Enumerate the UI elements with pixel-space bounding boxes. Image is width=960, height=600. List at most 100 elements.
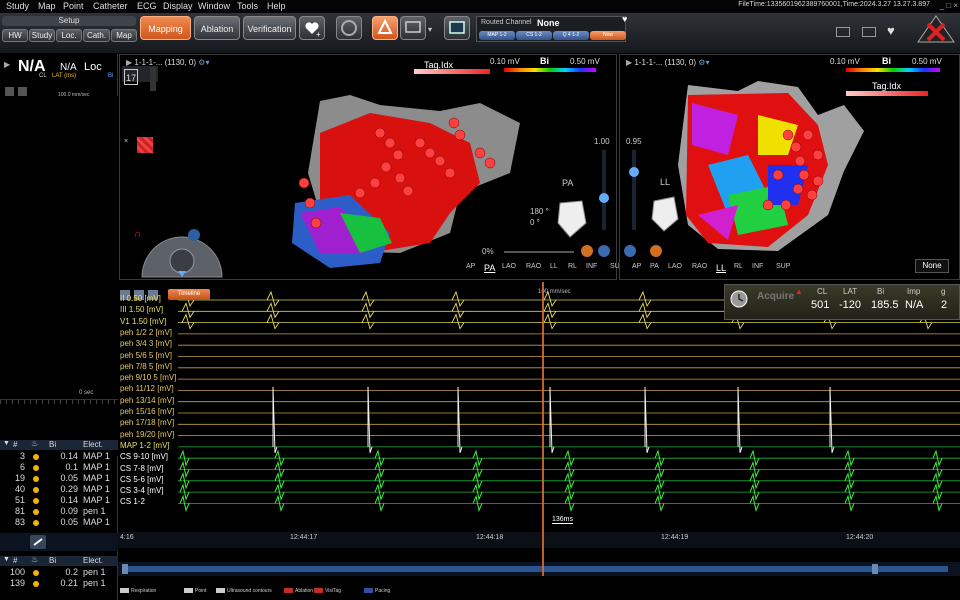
point-row[interactable]: 6 0.1 MAP 1 [0, 462, 118, 473]
view-rao-button[interactable]: RAO [692, 263, 707, 270]
close-button[interactable]: × [953, 1, 958, 10]
view-ll-button[interactable]: LL [550, 263, 558, 270]
mapping-button[interactable]: Mapping [140, 16, 191, 40]
point2-row[interactable]: 100 0.2 pen 1 [0, 567, 118, 578]
catheter-tool-icon[interactable] [30, 535, 46, 549]
time-cursor[interactable] [542, 282, 544, 576]
points-header-elect[interactable]: Elect. [83, 440, 103, 449]
channel-label[interactable]: CS 1-2 [120, 497, 145, 506]
map2-triangle-icon[interactable]: ▶ [626, 58, 632, 67]
points2-header-bi[interactable]: Bi [49, 556, 56, 565]
menu-window[interactable]: Window [198, 1, 230, 11]
points2-header-elect[interactable]: Elect. [83, 556, 103, 565]
map2-settings-icon[interactable]: ⚙▾ [698, 58, 709, 67]
map1-settings-icon[interactable]: ⚙▾ [198, 58, 209, 67]
map-panel-ll[interactable]: ▶ 1-1-1-... (1130, 0) ⚙▾ 0.10 mV Bi 0.50… [619, 54, 960, 280]
view-ll-button[interactable]: LL [716, 263, 726, 273]
record-button[interactable] [336, 16, 362, 40]
chevron-down-icon[interactable]: ▾ [428, 25, 432, 34]
view-rao-button[interactable]: RAO [526, 263, 541, 270]
menu-study[interactable]: Study [6, 1, 29, 11]
acquire-info-plate[interactable]: Acquire ▲ CL LAT Bi Imp g 501 -120 185.5… [724, 284, 960, 320]
channel-label[interactable]: V1 1.50 [mV] [120, 317, 166, 326]
menu-point[interactable]: Point [63, 1, 84, 11]
channel-label[interactable]: peh 19/20 [mV] [120, 430, 174, 439]
map2-none-dropdown[interactable]: None [915, 259, 949, 273]
map2-opacity-slider[interactable] [632, 150, 636, 230]
timeline-scroll-track[interactable] [128, 566, 948, 572]
filter-triangle-icon[interactable]: ▼ [3, 440, 10, 447]
points-header-id[interactable]: # [13, 440, 17, 449]
channel-label[interactable]: CS 9-10 [mV] [120, 452, 168, 461]
tab-hw[interactable]: HW [2, 29, 28, 42]
view-pa-button[interactable]: PA [484, 263, 495, 273]
timeline-button[interactable]: Timeline [168, 289, 210, 300]
monitor-small-icon[interactable] [836, 27, 850, 37]
timeline-scroll-left-handle[interactable] [122, 564, 128, 574]
channel-label[interactable]: MAP 1-2 [mV] [120, 441, 170, 450]
heart-status-icon[interactable]: ♥ [887, 23, 895, 38]
map1-search-button[interactable] [598, 245, 610, 257]
tab-map[interactable]: Map [111, 29, 137, 42]
point-row[interactable]: 51 0.14 MAP 1 [0, 495, 118, 506]
view-lao-button[interactable]: LAO [668, 263, 682, 270]
window-controls[interactable]: _ □ × [940, 1, 958, 10]
map1-opacity-slider[interactable] [602, 150, 606, 230]
point-row[interactable]: 40 0.29 MAP 1 [0, 484, 118, 495]
display-toggle-button[interactable] [444, 16, 470, 40]
points-header-bi[interactable]: Bi [49, 440, 56, 449]
routed-channel-q412[interactable]: Q 4 1-2 [553, 31, 589, 40]
monitor-small-icon-2[interactable] [862, 27, 876, 37]
navigation-wheel[interactable] [134, 227, 224, 279]
verification-button[interactable]: Verification [243, 16, 296, 40]
screen-button[interactable] [400, 16, 426, 40]
view-rl-button[interactable]: RL [734, 263, 743, 270]
view-rl-button[interactable]: RL [568, 263, 577, 270]
channel-label[interactable]: peh 3/4 3 [mV] [120, 339, 172, 348]
routed-channel-cs12[interactable]: CS 1-2 [516, 31, 552, 40]
view-inf-button[interactable]: INF [586, 263, 597, 270]
channel-label[interactable]: peh 7/8 5 [mV] [120, 362, 172, 371]
menu-help[interactable]: Help [267, 1, 286, 11]
tool-icon[interactable] [5, 87, 14, 96]
menu-ecg[interactable]: ECG [137, 1, 157, 11]
channel-label[interactable]: III 1.50 [mV] [120, 305, 163, 314]
ablation-button[interactable]: Ablation [194, 16, 240, 40]
map1-opacity-handle[interactable] [599, 193, 609, 203]
view-inf-button[interactable]: INF [752, 263, 763, 270]
channel-label[interactable]: peh 1/2 2 [mV] [120, 328, 172, 337]
channel-label[interactable]: II 0.50 [mV] [120, 294, 161, 303]
map-panel-pa[interactable]: ▶ 1-1-1-... (1130, 0) ⚙▾ 17 × ∩ Tag.Idx … [119, 54, 624, 280]
point-row[interactable]: 3 0.14 MAP 1 [0, 451, 118, 462]
map2-color-scale[interactable]: 0.10 mV Bi 0.50 mV [830, 56, 958, 75]
channel-label[interactable]: peh 5/6 5 [mV] [120, 351, 172, 360]
expand-triangle-icon[interactable]: ▶ [4, 60, 10, 69]
map-badge[interactable]: 17 [124, 69, 138, 85]
point-row[interactable]: 81 0.09 pen 1 [0, 506, 118, 517]
view-sup-button[interactable]: SUP [776, 263, 790, 270]
filter-triangle-icon-2[interactable]: ▼ [3, 556, 10, 563]
map1-refresh-button[interactable] [581, 245, 593, 257]
map2-refresh-button[interactable] [650, 245, 662, 257]
alert-triangle-icon[interactable] [916, 14, 956, 44]
channel-label[interactable]: peh 9/10 5 [mV] [120, 373, 176, 382]
map2-search-button[interactable] [624, 245, 636, 257]
view-lao-button[interactable]: LAO [502, 263, 516, 270]
menu-catheter[interactable]: Catheter [93, 1, 128, 11]
routed-channel-now[interactable]: Now [590, 31, 626, 40]
routed-channel-map12[interactable]: MAP 1-2 [479, 31, 515, 40]
points2-header-id[interactable]: # [13, 556, 17, 565]
tool-icon-2[interactable] [18, 87, 27, 96]
point2-row[interactable]: 139 0.21 pen 1 [0, 578, 118, 589]
channel-label[interactable]: peh 15/16 [mV] [120, 407, 174, 416]
view-ap-button[interactable]: AP [466, 263, 475, 270]
map1-color-scale[interactable]: 0.10 mV Bi 0.50 mV [490, 56, 612, 75]
map2-anatomy[interactable] [668, 75, 868, 260]
map1-transparency-slider[interactable] [504, 251, 574, 253]
badge-scroller[interactable] [150, 67, 156, 91]
tab-study[interactable]: Study [29, 29, 55, 42]
acquire-label[interactable]: Acquire [757, 291, 794, 302]
menu-map[interactable]: Map [38, 1, 56, 11]
maximize-button[interactable]: □ [946, 1, 951, 10]
timeline-scroll-right-handle[interactable] [872, 564, 878, 574]
